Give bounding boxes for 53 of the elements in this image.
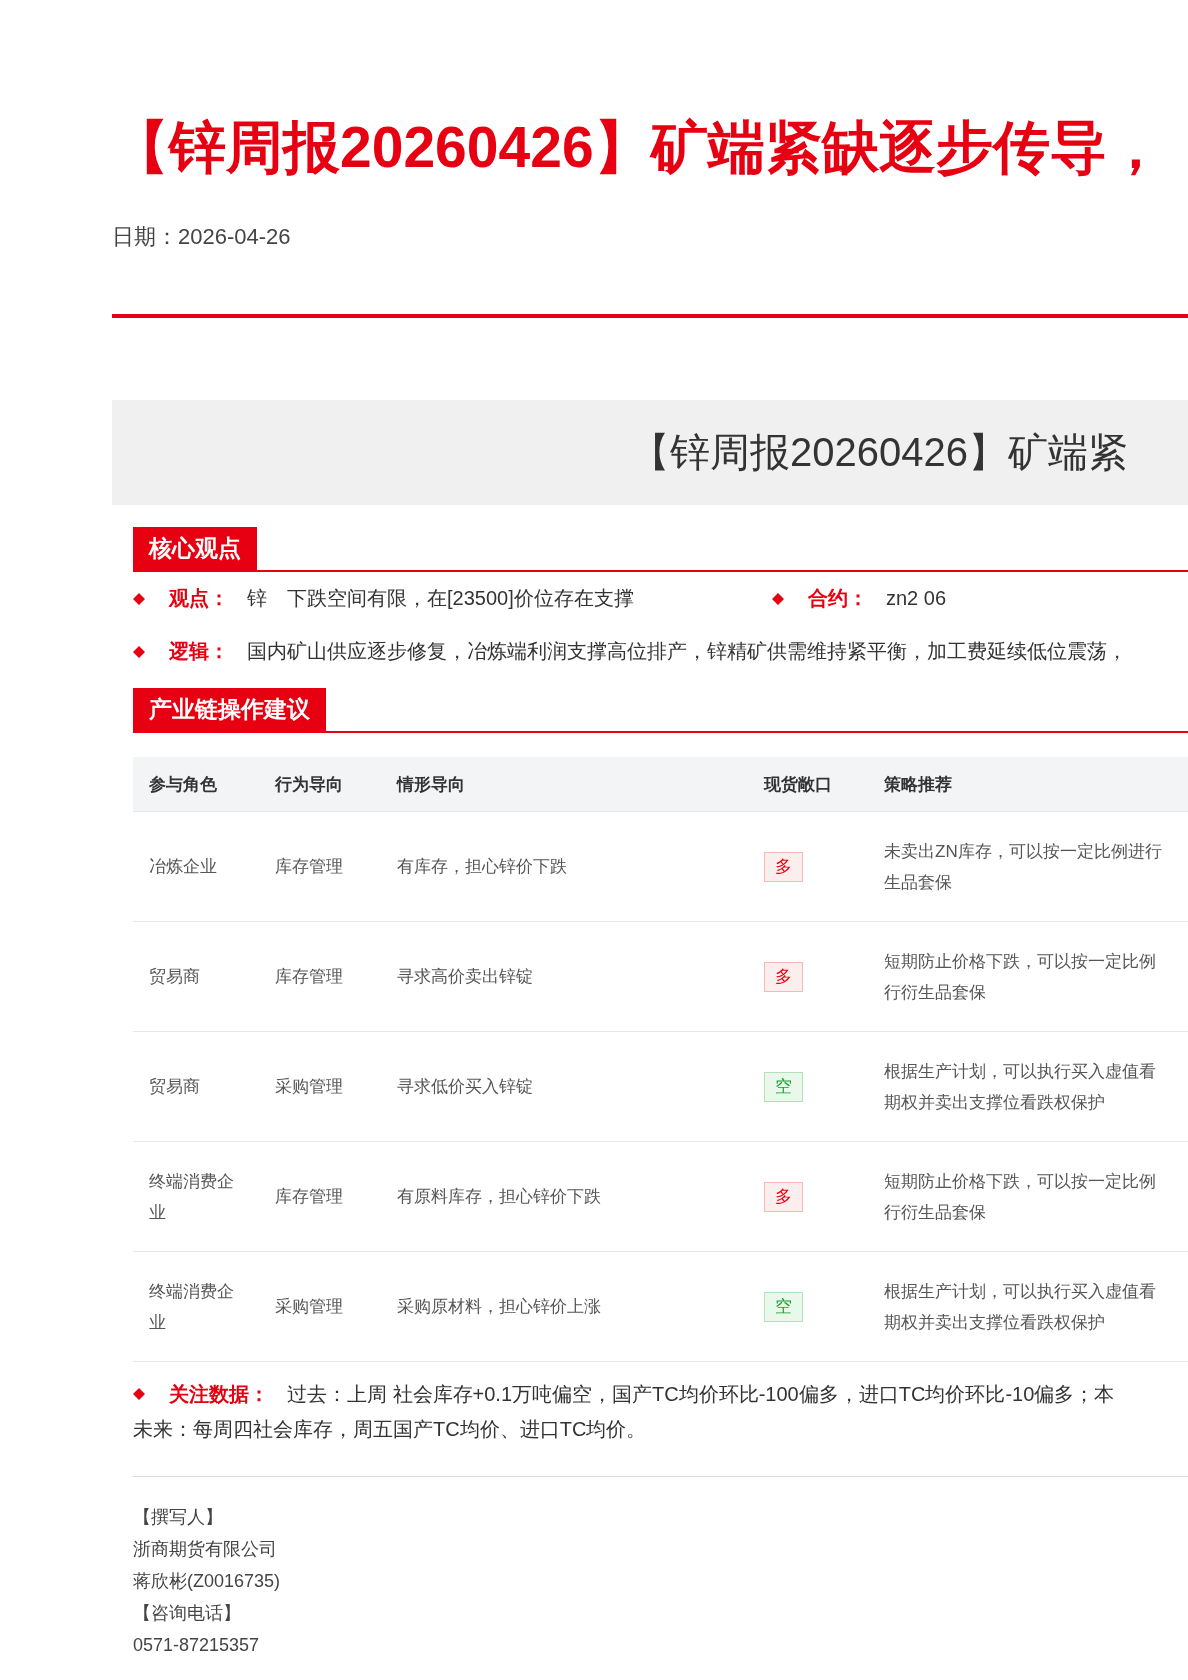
table-cell: 采购管理 <box>275 1297 343 1316</box>
field-label: 关注数据： <box>169 1381 269 1407</box>
table-cell: 寻求低价买入锌锭 <box>397 1077 533 1096</box>
bullet-icon <box>133 645 145 658</box>
table-cell: 库存管理 <box>275 1187 343 1206</box>
table-cell: 库存管理 <box>275 967 343 986</box>
bullet-icon <box>772 592 784 605</box>
exposure-tag: 多 <box>764 962 803 992</box>
field-value: 未来：每周四社会库存，周五国产TC均价、进口TC均价。 <box>133 1417 647 1442</box>
field-value: 锌 下跌空间有限，在[23500]价位存在支撑 <box>247 586 635 611</box>
section-heading: 产业链操作建议 <box>133 688 326 731</box>
column-header: 参与角色 <box>149 774 217 794</box>
table-cell-text: 短期防止价格下跌，可以按一定比例 行衍生品套保 <box>884 950 1157 1004</box>
table-cell-text: 根据生产计划，可以执行买入虚值看 期权并卖出支撑位看跌权保护 <box>884 1280 1157 1334</box>
table-cell: 采购管理 <box>275 1077 343 1096</box>
field-label: 逻辑： <box>169 639 229 664</box>
bullet-icon <box>133 592 145 605</box>
table-cell-text: 冶炼企业 <box>149 856 218 878</box>
exposure-tag: 空 <box>764 1292 803 1322</box>
article-title: 【锌周报20260426】矿端紧缺逐步传导， <box>112 114 1165 181</box>
table-cell: 有库存，担心锌价下跌 <box>397 857 567 876</box>
table-cell: 采购原材料，担心锌价上涨 <box>397 1297 601 1316</box>
contact-line: 蒋欣彬(Z0016735) <box>133 1570 281 1593</box>
table-cell-text: 根据生产计划，可以执行买入虚值看 期权并卖出支撑位看跌权保护 <box>884 1060 1157 1114</box>
column-header: 策略推荐 <box>884 774 952 794</box>
banner-title: 【锌周报20260426】矿端紧 <box>630 429 1128 476</box>
contact-line: 【撰写人】 <box>133 1506 223 1529</box>
table-cell: 有原料库存，担心锌价下跌 <box>397 1187 601 1206</box>
article-date: 日期：2026-04-26 <box>112 223 291 251</box>
column-header: 现货敞口 <box>764 774 832 794</box>
contact-line: 浙商期货有限公司 <box>133 1538 277 1561</box>
field-label: 观点： <box>169 586 229 611</box>
table-cell-text: 未卖出ZN库存，可以按一定比例进行 生品套保 <box>884 840 1163 894</box>
column-header: 情形导向 <box>397 774 465 794</box>
contact-line: 0571-87215357 <box>133 1634 260 1657</box>
table-cell: 寻求高价卖出锌锭 <box>397 967 533 986</box>
exposure-tag: 空 <box>764 1072 803 1102</box>
table-cell-text: 贸易商 <box>149 1076 201 1098</box>
exposure-tag: 多 <box>764 852 803 882</box>
field-value: 国内矿山供应逐步修复，冶炼端利润支撑高位排产，锌精矿供需维持紧平衡，加工费延续低位震荡， <box>247 639 1127 664</box>
table-cell-text: 贸易商 <box>149 966 201 988</box>
section-heading: 核心观点 <box>133 527 257 570</box>
field-value: zn2 06 <box>886 587 947 610</box>
table-cell-text: 终端消费企 业 <box>149 1170 235 1224</box>
bullet-icon <box>133 1388 145 1400</box>
column-header: 行为导向 <box>275 774 343 794</box>
table-cell-text: 终端消费企 业 <box>149 1280 235 1334</box>
table-cell: 库存管理 <box>275 857 343 876</box>
table-cell-text: 短期防止价格下跌，可以按一定比例 行衍生品套保 <box>884 1170 1157 1224</box>
field-label: 合约： <box>808 586 868 611</box>
field-value: 过去：上周 社会库存+0.1万吨偏空，国产TC均价环比-100偏多，进口TC均价环比-10偏多；本 <box>287 1381 1115 1407</box>
contact-line: 【咨询电话】 <box>133 1602 241 1625</box>
exposure-tag: 多 <box>764 1182 803 1212</box>
